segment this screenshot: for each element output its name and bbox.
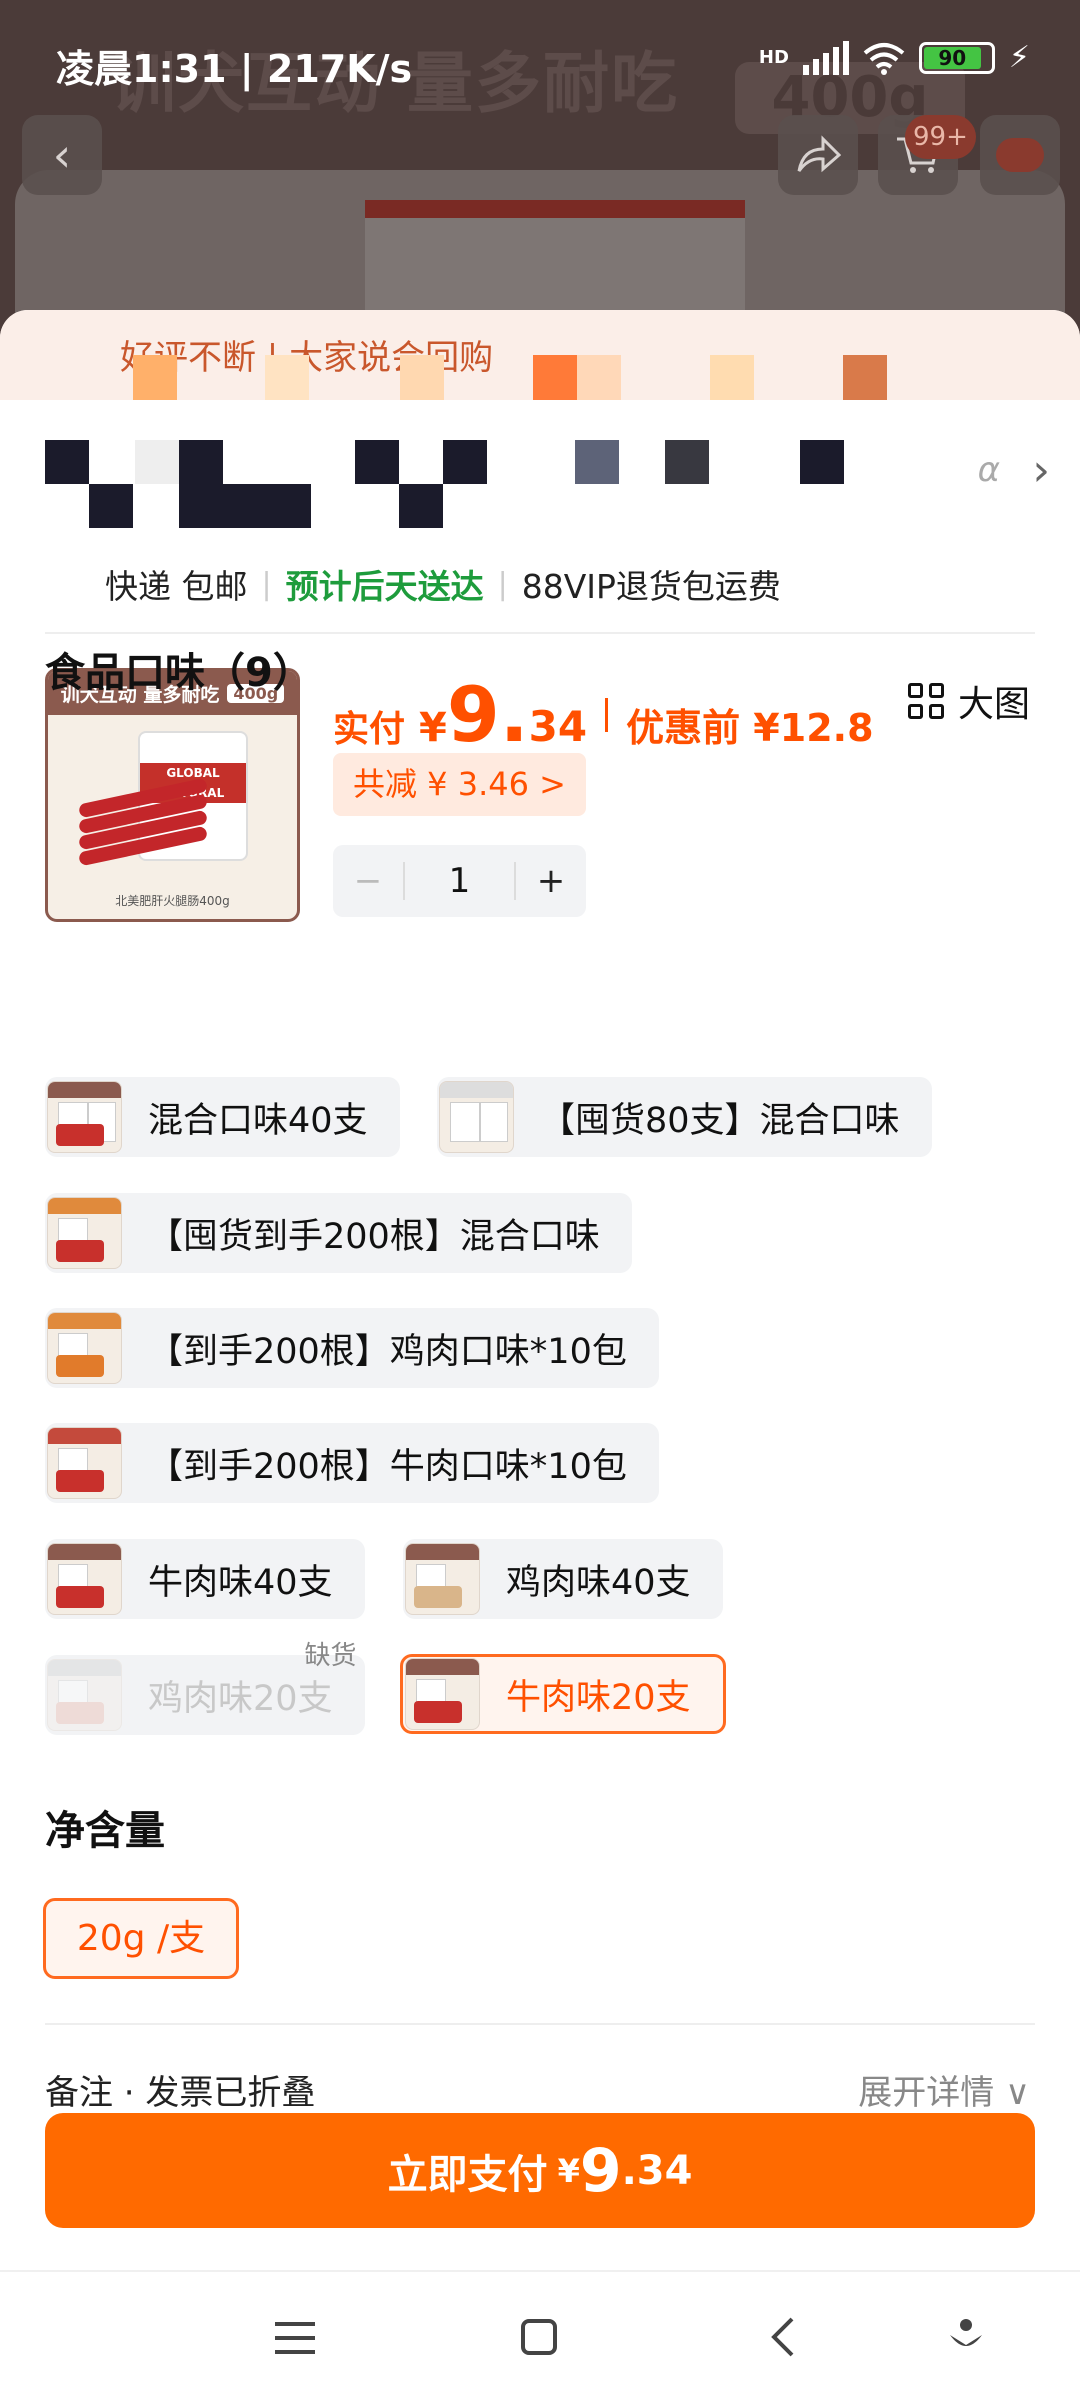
more-icon[interactable] — [980, 115, 1060, 195]
option-thumbnail — [47, 1081, 122, 1153]
option-thumbnail — [47, 1543, 122, 1615]
option-label: 【到手200根】牛肉口味*10包 — [148, 1446, 627, 1487]
back-nav-icon[interactable] — [770, 2317, 796, 2367]
remark-label[interactable]: 备注 · 发票已折叠 — [45, 2065, 315, 2114]
divider — [45, 2023, 1035, 2025]
net-content-title: 净含量 — [45, 1808, 165, 1854]
pay-price-decimal: .34 — [621, 2147, 693, 2194]
shipping-separator: | — [497, 566, 508, 602]
shipping-eta: 预计后天送达 — [285, 567, 484, 606]
charging-icon: ⚡ — [1008, 40, 1030, 75]
pay-now-label: 立即支付 — [387, 2151, 548, 2198]
option-thumbnail — [405, 1543, 480, 1615]
purchase-sheet: 好评不断 | 大家说会回购 α › 快递 包邮 | 预计后天送达 | 88VIP… — [0, 310, 1080, 2270]
shipping-vip: 88VIP退货包运费 — [521, 567, 781, 606]
option-label: 鸡肉味40支 — [506, 1562, 691, 1603]
big-view-label: 大图 — [957, 684, 1030, 725]
cart-badge: 99+ — [905, 115, 976, 159]
quantity-value[interactable]: 1 — [403, 862, 516, 900]
flavor-option[interactable]: 混合口味40支 — [45, 1077, 400, 1157]
expand-details[interactable]: 展开详情 ∨ — [858, 2065, 1030, 2114]
option-label: 混合口味40支 — [148, 1100, 368, 1141]
option-label: 【囤货80支】混合口味 — [540, 1100, 900, 1141]
option-label: 【囤货到手200根】混合口味 — [148, 1216, 600, 1257]
pay-price-integer: 9 — [579, 2135, 622, 2206]
pay-currency: ¥ — [557, 2151, 580, 2190]
price-separator — [605, 697, 609, 732]
shipping-row: 快递 包邮 | 预计后天送达 | 88VIP退货包运费 — [105, 560, 781, 608]
divider — [45, 632, 1035, 634]
option-label: 【到手200根】鸡肉口味*10包 — [148, 1331, 627, 1372]
shipping-separator: | — [261, 566, 272, 602]
flavor-title: 食品口味（9） — [45, 650, 313, 696]
out-of-stock-label: 缺货 — [304, 1641, 357, 1671]
status-separator: | — [239, 47, 267, 91]
pay-now-button[interactable]: 立即支付 ¥ 9 .34 — [45, 2113, 1035, 2228]
option-thumbnail — [47, 1197, 122, 1269]
system-navigation-bar — [0, 2270, 1080, 2400]
chevron-right-icon[interactable]: › — [1032, 445, 1050, 496]
wifi-icon — [863, 42, 905, 75]
thumbnail-caption: 北美肥肝火腿肠400g — [115, 894, 230, 908]
shipping-method: 快递 包邮 — [105, 567, 248, 606]
flavor-option[interactable]: 【囤货到手200根】混合口味 — [45, 1193, 632, 1273]
flavor-option-selected[interactable]: 牛肉味20支 — [400, 1654, 726, 1734]
assistant-icon[interactable] — [948, 2317, 984, 2367]
battery-icon: 90 — [918, 41, 995, 74]
address-mark: α — [977, 450, 1000, 490]
back-button[interactable]: ‹ — [22, 115, 102, 195]
hd-label: HD — [758, 47, 789, 68]
flavor-option[interactable]: 【囤货80支】混合口味 — [437, 1077, 932, 1157]
flavor-option[interactable]: 牛肉味40支 — [45, 1539, 365, 1619]
pre-discount-price: 优惠前 ¥12.8 — [626, 706, 874, 750]
share-icon[interactable] — [778, 115, 858, 195]
option-thumbnail — [47, 1659, 122, 1731]
decrease-button[interactable]: − — [333, 861, 403, 901]
clock: 凌晨1:31 — [56, 47, 227, 91]
currency-symbol: ¥ — [419, 705, 447, 751]
address-line-redacted[interactable] — [45, 440, 1035, 530]
net-content-option-selected[interactable]: 20g /支 — [43, 1898, 239, 1979]
pay-label: 实付 — [333, 709, 406, 750]
flavor-option[interactable]: 【到手200根】鸡肉口味*10包 — [45, 1308, 659, 1388]
status-bar: 凌晨1:31 | 217K/s HD 90 ⚡ — [0, 0, 1080, 120]
option-thumbnail — [405, 1658, 480, 1730]
status-time: 凌晨1:31 | 217K/s — [56, 38, 412, 93]
signal-icon — [802, 40, 849, 75]
grid-icon — [907, 683, 944, 719]
price-decimal: 34 — [528, 702, 588, 751]
increase-button[interactable]: + — [516, 861, 586, 901]
option-thumbnail — [47, 1312, 122, 1384]
option-label: 牛肉味40支 — [148, 1562, 333, 1603]
network-speed: 217K/s — [266, 47, 413, 91]
product-thumbnail[interactable]: 训犬互动 量多耐吃 400g GLOBAL NATURAL 北美肥肝火腿肠400… — [45, 668, 300, 922]
flavor-option[interactable]: 鸡肉味40支 — [403, 1539, 723, 1619]
home-icon[interactable] — [520, 2317, 558, 2366]
menu-icon[interactable] — [275, 2317, 315, 2366]
option-label: 牛肉味20支 — [506, 1677, 691, 1718]
big-view-toggle[interactable]: 大图 — [907, 675, 1030, 727]
product-sticks-image — [77, 777, 209, 867]
option-thumbnail — [47, 1427, 122, 1499]
price-integer: 9. — [446, 670, 529, 759]
option-thumbnail — [439, 1081, 514, 1153]
option-label: 鸡肉味20支 — [148, 1678, 333, 1719]
flavor-option[interactable]: 【到手200根】牛肉口味*10包 — [45, 1423, 659, 1503]
price-block: 实付 ¥ 9. 34 优惠前 ¥12.8 — [333, 670, 874, 759]
status-icons: HD 90 ⚡ — [759, 40, 1030, 75]
review-avatars — [0, 355, 1080, 405]
discount-badge[interactable]: 共减 ¥ 3.46 > — [333, 753, 586, 816]
quantity-stepper: − 1 + — [333, 845, 586, 917]
review-strip: 好评不断 | 大家说会回购 — [0, 310, 1080, 400]
battery-level: 90 — [923, 46, 981, 69]
flavor-option-out-of-stock[interactable]: 鸡肉味20支 缺货 — [45, 1641, 365, 1735]
